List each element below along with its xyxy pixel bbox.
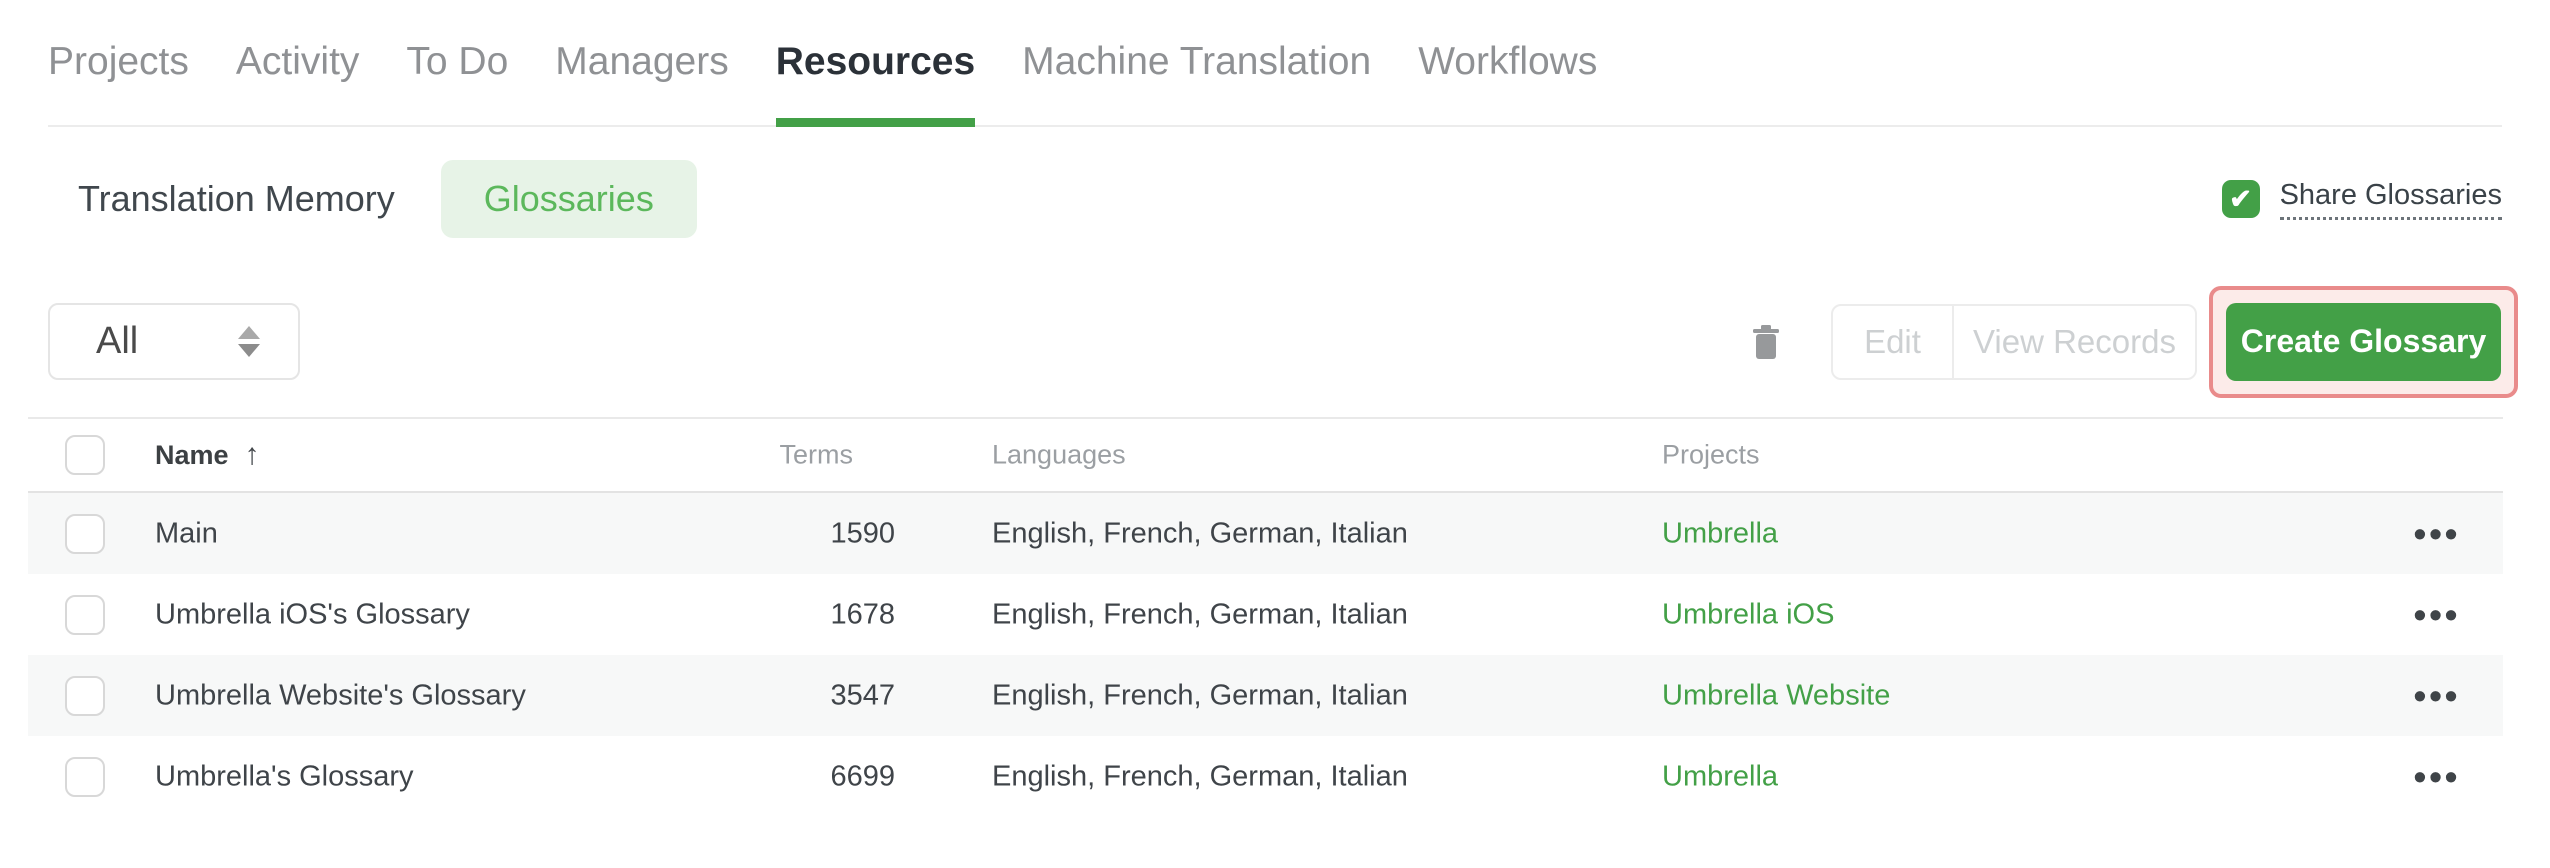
create-glossary-button[interactable]: Create Glossary — [2226, 302, 2501, 381]
tab-managers[interactable]: Managers — [555, 0, 728, 125]
glossary-terms-count: 1590 — [830, 517, 895, 549]
project-link[interactable]: Umbrella Website — [1662, 679, 1890, 711]
subtab-translation-memory[interactable]: Translation Memory — [78, 178, 395, 220]
checked-checkbox-icon[interactable]: ✔ — [2221, 180, 2260, 218]
row-checkbox[interactable] — [65, 594, 105, 635]
table-row[interactable]: Main 1590 English, French, German, Itali… — [28, 493, 2503, 574]
sort-ascending-icon: ↑ — [244, 438, 260, 471]
project-link[interactable]: Umbrella iOS — [1662, 598, 1834, 630]
delete-button[interactable] — [1753, 324, 1779, 359]
tab-todo[interactable]: To Do — [406, 0, 508, 125]
table-row[interactable]: Umbrella iOS's Glossary 1678 English, Fr… — [28, 574, 2503, 655]
select-all-checkbox[interactable] — [65, 435, 105, 475]
project-link[interactable]: Umbrella — [1662, 517, 1778, 549]
glossary-name: Umbrella iOS's Glossary — [155, 598, 470, 630]
name-header-label: Name — [155, 439, 229, 470]
trash-icon — [1753, 324, 1779, 359]
glossary-name: Main — [155, 517, 218, 549]
share-glossaries-label: Share Glossaries — [2279, 179, 2502, 220]
table-row[interactable]: Umbrella's Glossary 6699 English, French… — [28, 736, 2503, 817]
row-menu-button[interactable]: ••• — [2414, 515, 2461, 552]
main-tabbar: Projects Activity To Do Managers Resourc… — [0, 0, 2550, 127]
annotation-highlight: Create Glossary — [2209, 285, 2518, 398]
row-checkbox[interactable] — [65, 513, 105, 554]
filter-selected-value: All — [96, 320, 139, 362]
column-header-terms: Terms — [779, 439, 854, 470]
column-header-name[interactable]: Name ↑ — [155, 438, 260, 472]
tab-resources[interactable]: Resources — [775, 0, 976, 127]
view-records-button[interactable]: View Records — [1952, 305, 2195, 378]
glossary-languages: English, French, German, Italian — [992, 517, 1408, 549]
edit-button[interactable]: Edit — [1833, 306, 1952, 378]
table-header-row: Name ↑ Terms Languages Projects — [28, 419, 2503, 493]
glossary-name: Umbrella Website's Glossary — [155, 679, 526, 711]
resources-subnav: Translation Memory Glossaries ✔ Share Gl… — [48, 160, 2502, 238]
glossary-filter-select[interactable]: All — [48, 303, 300, 380]
glossary-terms-count: 6699 — [830, 760, 895, 792]
tab-projects[interactable]: Projects — [48, 0, 189, 125]
column-header-languages: Languages — [992, 439, 1126, 470]
glossary-terms-count: 1678 — [830, 598, 895, 630]
glossary-languages: English, French, German, Italian — [992, 760, 1408, 792]
tab-machine-translation[interactable]: Machine Translation — [1022, 0, 1371, 125]
glossaries-table: Name ↑ Terms Languages Projects Main 159… — [28, 417, 2503, 817]
glossary-name: Umbrella's Glossary — [155, 760, 414, 792]
row-menu-button[interactable]: ••• — [2414, 596, 2461, 633]
row-checkbox[interactable] — [65, 756, 105, 797]
glossary-terms-count: 3547 — [830, 679, 895, 711]
dropdown-sorter-icon — [238, 326, 260, 357]
glossary-languages: English, French, German, Italian — [992, 598, 1408, 630]
row-menu-button[interactable]: ••• — [2414, 677, 2461, 714]
tab-workflows[interactable]: Workflows — [1418, 0, 1597, 125]
column-header-projects: Projects — [1662, 439, 1760, 470]
tab-activity[interactable]: Activity — [236, 0, 360, 125]
subtab-glossaries[interactable]: Glossaries — [440, 160, 697, 238]
project-link[interactable]: Umbrella — [1662, 760, 1778, 792]
table-row[interactable]: Umbrella Website's Glossary 3547 English… — [28, 655, 2503, 736]
share-glossaries-toggle[interactable]: ✔ Share Glossaries — [2221, 179, 2502, 220]
row-checkbox[interactable] — [65, 675, 105, 716]
glossary-languages: English, French, German, Italian — [992, 679, 1408, 711]
toolbar: All Edit View Records Create Glossary — [48, 285, 2518, 398]
row-menu-button[interactable]: ••• — [2414, 758, 2461, 795]
edit-view-button-group: Edit View Records — [1831, 303, 2197, 380]
